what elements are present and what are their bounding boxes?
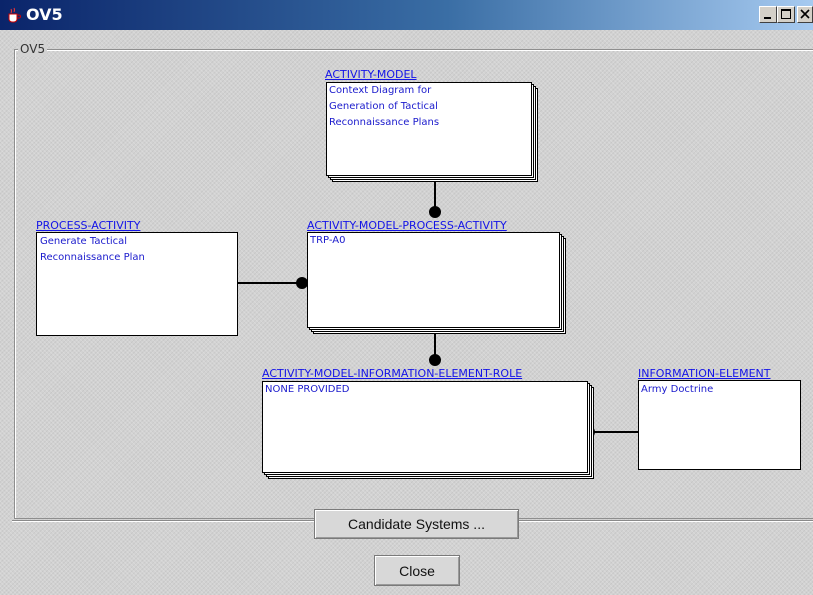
activity-model-text: Context Diagram for Generation of Tactic…: [329, 85, 440, 128]
information-element-box[interactable]: Army Doctrine: [638, 380, 801, 470]
activity-model-process-activity-title[interactable]: ACTIVITY-MODEL-PROCESS-ACTIVITY: [307, 220, 507, 232]
minimize-icon: [764, 17, 771, 19]
candidate-systems-button[interactable]: Candidate Systems ...: [314, 509, 519, 539]
connector-process-activity: [237, 282, 303, 284]
maximize-icon: [781, 9, 791, 19]
ov5-window: OV5 OV5 ACTIVITY-MODEL Context Diagram f…: [0, 0, 813, 595]
close-icon: [800, 9, 810, 19]
connector-dot: [429, 354, 441, 366]
activity-model-title[interactable]: ACTIVITY-MODEL: [325, 69, 417, 81]
process-activity-title[interactable]: PROCESS-ACTIVITY: [36, 220, 140, 232]
activity-model-information-element-role-box[interactable]: NONE PROVIDED: [262, 381, 594, 479]
process-activity-box[interactable]: Generate Tactical Reconnaissance Plan: [36, 232, 238, 336]
activity-model-process-activity-box[interactable]: TRP-A0: [307, 232, 566, 334]
process-activity-text: Generate Tactical Reconnaissance Plan: [40, 236, 145, 263]
minimize-button[interactable]: [759, 6, 777, 23]
window-title: OV5: [26, 5, 63, 24]
information-element-text: Army Doctrine: [641, 384, 714, 395]
close-window-button[interactable]: [797, 6, 813, 23]
activity-model-box[interactable]: Context Diagram for Generation of Tactic…: [326, 82, 538, 182]
activity-model-process-activity-text: TRP-A0: [310, 235, 346, 246]
activity-model-information-element-role-text: NONE PROVIDED: [265, 384, 350, 395]
connector-dot: [429, 206, 441, 218]
java-cup-icon: [6, 7, 22, 23]
information-element-title[interactable]: INFORMATION-ELEMENT: [638, 368, 771, 380]
title-bar[interactable]: OV5: [0, 0, 813, 30]
content-area: OV5 ACTIVITY-MODEL Context Diagram for G…: [0, 30, 813, 595]
activity-model-information-element-role-title[interactable]: ACTIVITY-MODEL-INFORMATION-ELEMENT-ROLE: [262, 368, 522, 380]
maximize-button[interactable]: [777, 6, 795, 23]
group-label: OV5: [18, 42, 48, 56]
close-button[interactable]: Close: [374, 555, 460, 586]
